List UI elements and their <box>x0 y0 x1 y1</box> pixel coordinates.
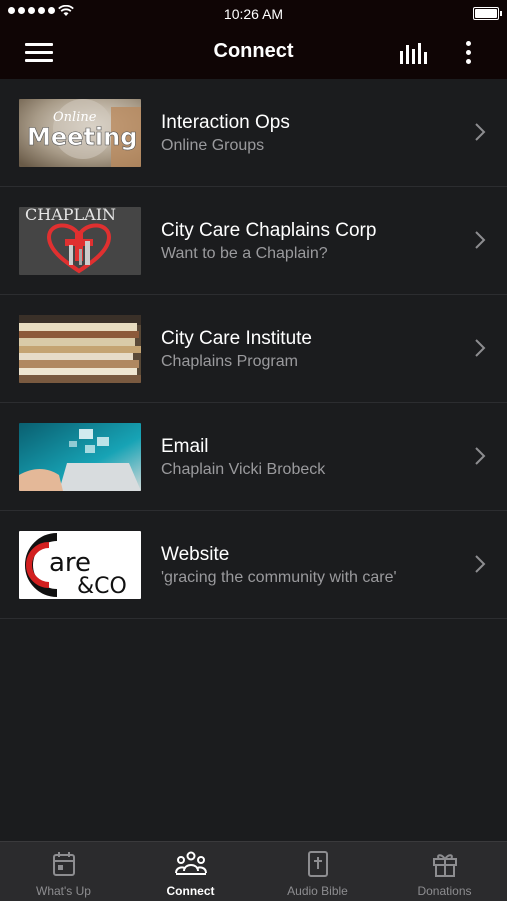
item-title: City Care Chaplains Corp <box>161 220 377 241</box>
tab-bar: What's Up Connect Audio Bible Donations <box>0 841 507 901</box>
list-item-chaplains-corp[interactable]: CHAPLAIN City Care Chaplains Corp Want t… <box>0 187 507 295</box>
item-subtitle: Chaplains Program <box>161 353 298 370</box>
list-item-care-institute[interactable]: City Care Institute Chaplains Program <box>0 295 507 403</box>
bible-icon <box>307 851 328 877</box>
page-title: Connect <box>213 40 294 62</box>
connect-list: Online Meeting Interaction Ops Online Gr… <box>0 79 507 619</box>
tab-audio-bible[interactable]: Audio Bible <box>254 842 381 901</box>
calendar-icon <box>52 852 75 876</box>
item-title: Website <box>161 544 230 565</box>
list-item-email[interactable]: Email Chaplain Vicki Brobeck <box>0 403 507 511</box>
svg-text:Meeting: Meeting <box>27 123 137 151</box>
chevron-right-icon <box>475 447 486 465</box>
bar-chart-icon[interactable] <box>399 41 429 65</box>
item-subtitle: Want to be a Chaplain? <box>161 245 328 262</box>
chevron-right-icon <box>475 339 486 357</box>
people-icon <box>174 851 207 875</box>
svg-text:CHAPLAIN: CHAPLAIN <box>25 207 116 224</box>
tab-whats-up[interactable]: What's Up <box>0 842 127 901</box>
tab-connect[interactable]: Connect <box>127 842 254 901</box>
online-meeting-thumbnail: Online Meeting <box>19 99 141 167</box>
tab-label: Connect <box>166 884 215 898</box>
more-vertical-icon[interactable] <box>460 39 476 67</box>
chevron-right-icon <box>475 231 486 249</box>
status-time: 10:26 AM <box>223 6 284 22</box>
tab-donations[interactable]: Donations <box>381 842 507 901</box>
item-title: Email <box>161 436 209 457</box>
item-title: City Care Institute <box>161 328 312 349</box>
battery-icon <box>473 7 502 20</box>
gift-icon <box>432 854 457 877</box>
status-bar: 10:26 AM <box>0 0 507 28</box>
list-item-website[interactable]: are &CO Website 'gracing the community w… <box>0 511 507 619</box>
chaplain-thumbnail: CHAPLAIN <box>19 207 141 275</box>
chevron-right-icon <box>475 555 486 573</box>
item-title: Interaction Ops <box>161 112 290 133</box>
item-subtitle: 'gracing the community with care' <box>161 569 397 586</box>
tab-label: What's Up <box>36 884 91 898</box>
item-subtitle: Chaplain Vicki Brobeck <box>161 461 326 478</box>
chevron-right-icon <box>475 123 486 141</box>
care-and-co-logo: are &CO <box>19 531 141 599</box>
svg-text:&CO: &CO <box>77 574 127 599</box>
tab-label: Donations <box>417 884 472 898</box>
email-thumbnail <box>19 423 141 491</box>
books-thumbnail <box>19 315 141 383</box>
nav-bar: Connect <box>0 28 507 79</box>
tab-label: Audio Bible <box>287 884 348 898</box>
item-subtitle: Online Groups <box>161 137 265 154</box>
list-item-interaction-ops[interactable]: Online Meeting Interaction Ops Online Gr… <box>0 79 507 187</box>
